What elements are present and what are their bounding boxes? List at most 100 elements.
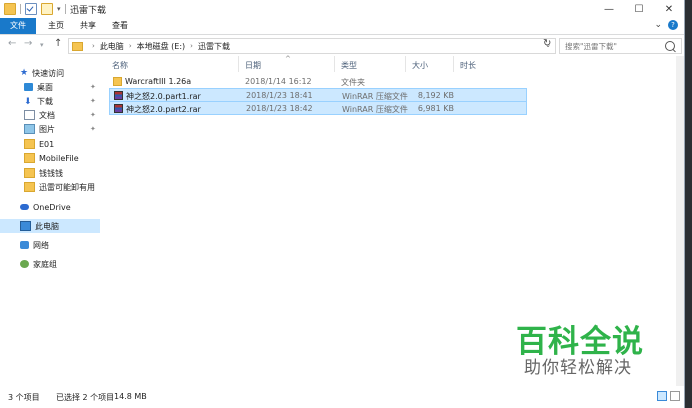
cloud-icon bbox=[20, 204, 29, 210]
nav-item-label: OneDrive bbox=[33, 202, 71, 212]
ribbon-tabs: 文件 主页 共享 查看 ⌄ ? bbox=[0, 18, 684, 35]
address-row: ← → ▾ ↑ › 此电脑 › 本地磁盘 (E:) › 迅雷下载 ⌄ ↻ 搜索"… bbox=[0, 35, 684, 55]
tab-share[interactable]: 共享 bbox=[72, 18, 104, 34]
nav-item-label: 网络 bbox=[33, 240, 49, 250]
tab-view[interactable]: 查看 bbox=[104, 18, 136, 34]
search-placeholder: 搜索"迅雷下载" bbox=[565, 41, 617, 51]
computer-icon bbox=[20, 221, 31, 231]
item-count: 3 个项目 bbox=[8, 393, 40, 402]
nav-item-label: 快速访问 bbox=[32, 68, 65, 78]
column-divider[interactable] bbox=[238, 56, 239, 72]
properties-icon[interactable] bbox=[25, 3, 37, 15]
breadcrumb-xunlei-download[interactable]: 迅雷下载 bbox=[198, 41, 230, 52]
chevron-down-icon[interactable]: ⌄ bbox=[654, 20, 662, 30]
nav-network[interactable]: 网络 bbox=[0, 238, 100, 252]
file-name: 神之怒2.0.part2.rar bbox=[126, 105, 201, 114]
file-row[interactable]: 神之怒2.0.part1.rar 2018/1/23 18:41 WinRAR … bbox=[109, 88, 527, 102]
document-icon bbox=[24, 110, 35, 120]
pin-icon: ✦ bbox=[90, 83, 96, 91]
nav-this-pc[interactable]: 此电脑 bbox=[0, 219, 100, 233]
nav-pictures[interactable]: 图片 ✦ bbox=[0, 122, 100, 136]
column-header-duration[interactable]: 时长 bbox=[460, 58, 476, 72]
folder-icon bbox=[24, 139, 35, 149]
address-bar[interactable]: › 此电脑 › 本地磁盘 (E:) › 迅雷下载 ⌄ bbox=[68, 38, 556, 54]
column-header-date[interactable]: 日期 bbox=[245, 58, 261, 72]
breadcrumb-drive-e[interactable]: 本地磁盘 (E:) bbox=[137, 41, 186, 52]
file-date: 2018/1/23 18:41 bbox=[246, 91, 313, 100]
breadcrumb-this-pc[interactable]: 此电脑 bbox=[100, 41, 124, 52]
pictures-icon bbox=[24, 124, 35, 134]
column-divider[interactable] bbox=[405, 56, 406, 72]
nav-desktop[interactable]: 桌面 ✦ bbox=[0, 80, 100, 94]
nav-item-label: 此电脑 bbox=[35, 221, 59, 231]
watermark-subtitle: 助你轻松解决 bbox=[524, 358, 632, 378]
new-folder-icon[interactable] bbox=[41, 3, 53, 15]
file-size: 6,981 KB bbox=[417, 104, 454, 113]
tab-file[interactable]: 文件 bbox=[0, 18, 36, 34]
column-header-type[interactable]: 类型 bbox=[341, 58, 357, 72]
refresh-icon[interactable]: ↻ bbox=[543, 38, 551, 49]
file-date: 2018/1/23 18:42 bbox=[246, 104, 313, 113]
navigation-pane: ★ 快速访问 桌面 ✦ ⬇ 下载 ✦ 文档 ✦ 图片 ✦ E01 MobileF… bbox=[0, 56, 100, 386]
file-row[interactable]: WarcraftIII 1.26a 2018/1/14 16:12 文件夹 bbox=[109, 75, 527, 89]
back-arrow-icon[interactable]: ← bbox=[8, 38, 16, 49]
window-controls: — ☐ ✕ bbox=[594, 0, 684, 18]
network-icon bbox=[20, 241, 29, 249]
vertical-scrollbar[interactable] bbox=[676, 56, 684, 386]
nav-item-label: MobileFile bbox=[39, 153, 79, 163]
tab-home[interactable]: 主页 bbox=[40, 18, 72, 34]
nav-item-label: E01 bbox=[39, 139, 55, 149]
nav-onedrive[interactable]: OneDrive bbox=[0, 200, 100, 214]
nav-item-label: 家庭组 bbox=[33, 259, 57, 269]
breadcrumb-separator-icon[interactable]: › bbox=[92, 42, 95, 50]
column-divider[interactable] bbox=[334, 56, 335, 72]
help-icon[interactable]: ? bbox=[668, 20, 678, 30]
forward-arrow-icon[interactable]: → bbox=[24, 38, 32, 49]
nav-documents[interactable]: 文档 ✦ bbox=[0, 108, 100, 122]
nav-downloads[interactable]: ⬇ 下载 ✦ bbox=[0, 94, 100, 108]
toolbar-divider bbox=[20, 4, 21, 14]
view-buttons bbox=[657, 391, 680, 401]
rar-archive-icon bbox=[114, 91, 123, 100]
status-bar: 3 个项目 已选择 2 个项目 14.8 MB bbox=[0, 388, 684, 408]
maximize-button[interactable]: ☐ bbox=[624, 0, 654, 18]
customize-toolbar-icon[interactable]: ▾ bbox=[57, 5, 61, 13]
nav-folder-qianqianqian[interactable]: 钱钱钱 bbox=[0, 166, 100, 180]
selection-size: 14.8 MB bbox=[114, 392, 147, 401]
explorer-window: ▾ 迅雷下载 — ☐ ✕ 文件 主页 共享 查看 ⌄ ? ← → ▾ ↑ › 此… bbox=[0, 0, 685, 408]
details-view-icon[interactable] bbox=[657, 391, 667, 401]
rar-archive-icon bbox=[114, 104, 123, 113]
homegroup-icon bbox=[20, 260, 29, 268]
file-size: 8,192 KB bbox=[417, 91, 454, 100]
search-input[interactable]: 搜索"迅雷下载" bbox=[559, 38, 682, 54]
file-date: 2018/1/14 16:12 bbox=[245, 77, 312, 86]
nav-item-label: 钱钱钱 bbox=[39, 168, 63, 178]
nav-folder-e01[interactable]: E01 bbox=[0, 137, 100, 151]
search-icon[interactable] bbox=[665, 41, 675, 51]
column-header-name[interactable]: 名称 bbox=[112, 58, 128, 72]
column-header-size[interactable]: 大小 bbox=[412, 58, 428, 72]
close-button[interactable]: ✕ bbox=[654, 0, 684, 18]
pin-icon: ✦ bbox=[90, 97, 96, 105]
folder-icon bbox=[24, 182, 35, 192]
title-bar: ▾ 迅雷下载 — ☐ ✕ bbox=[0, 0, 684, 18]
minimize-button[interactable]: — bbox=[594, 0, 624, 18]
nav-folder-mobilefile[interactable]: MobileFile bbox=[0, 151, 100, 165]
nav-homegroup[interactable]: 家庭组 bbox=[0, 257, 100, 271]
folder-icon bbox=[113, 77, 122, 86]
folder-icon bbox=[72, 41, 83, 51]
window-title: 迅雷下载 bbox=[70, 6, 107, 16]
nav-quick-access[interactable]: ★ 快速访问 bbox=[0, 66, 100, 80]
column-divider[interactable] bbox=[453, 56, 454, 72]
nav-folder-xunlei[interactable]: 迅雷可能卸有用 bbox=[0, 180, 100, 194]
breadcrumb-separator-icon[interactable]: › bbox=[190, 42, 193, 50]
file-type: 文件夹 bbox=[341, 78, 365, 87]
sort-ascending-icon: ^ bbox=[285, 55, 291, 63]
recent-locations-icon[interactable]: ▾ bbox=[40, 41, 44, 49]
large-icons-view-icon[interactable] bbox=[670, 391, 680, 401]
breadcrumb-separator-icon[interactable]: › bbox=[129, 42, 132, 50]
file-row[interactable]: 神之怒2.0.part2.rar 2018/1/23 18:42 WinRAR … bbox=[109, 101, 527, 115]
download-icon: ⬇ bbox=[24, 97, 32, 107]
folder-icon bbox=[4, 3, 16, 15]
up-arrow-icon[interactable]: ↑ bbox=[54, 38, 62, 49]
